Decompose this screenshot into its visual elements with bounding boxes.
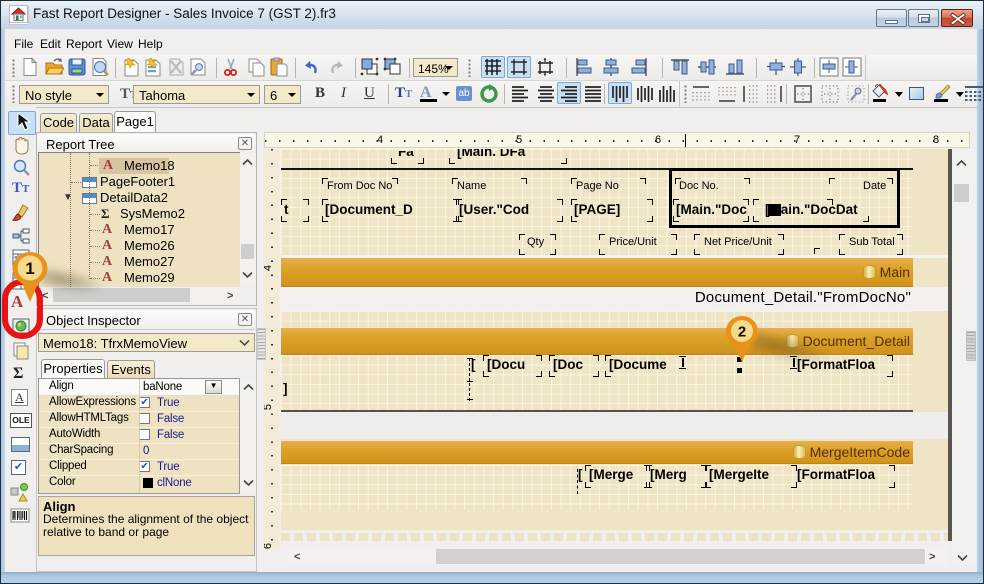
svg-text:2: 2 (738, 324, 746, 341)
svg-text:1: 1 (25, 259, 34, 278)
